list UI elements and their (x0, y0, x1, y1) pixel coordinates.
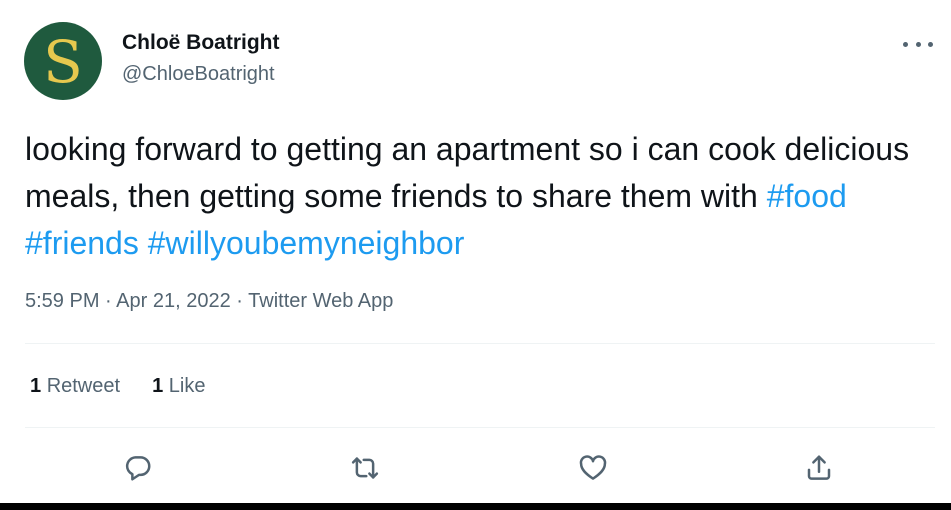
retweet-icon (351, 457, 379, 479)
tweet-text: looking forward to getting an apartment … (25, 126, 925, 267)
meta-separator: · (236, 290, 243, 312)
retweets-label: Retweet (46, 375, 121, 397)
more-options-icon[interactable] (903, 38, 933, 50)
meta-separator: · (105, 290, 112, 312)
share-button[interactable] (799, 448, 839, 488)
likes-stat[interactable]: 1 Like (152, 371, 205, 401)
share-icon (807, 455, 831, 480)
retweet-button[interactable] (345, 448, 385, 488)
tweet-time[interactable]: 5:59 PM (25, 290, 99, 312)
likes-count: 1 (152, 375, 164, 397)
hashtag-friends[interactable]: #friends (25, 225, 139, 261)
more-dot (903, 41, 908, 47)
divider (25, 427, 935, 428)
like-icon (579, 455, 607, 480)
more-dot (928, 41, 933, 47)
avatar-letter: S (43, 28, 83, 96)
reply-button[interactable] (118, 448, 158, 488)
tweet-meta: 5:59 PM · Apr 21, 2022 · Twitter Web App (25, 286, 393, 316)
author-handle[interactable]: @ChloeBoatright (122, 61, 275, 87)
divider (25, 343, 935, 344)
reply-icon (125, 456, 151, 481)
tweet-stats: 1 Retweet 1 Like (30, 371, 237, 401)
likes-label: Like (168, 375, 206, 397)
hashtag-willyoubemyneighbor[interactable]: #willyoubemyneighbor (148, 225, 465, 261)
more-dot (915, 41, 921, 47)
retweets-stat[interactable]: 1 Retweet (30, 371, 120, 401)
like-button[interactable] (573, 448, 613, 488)
tweet-card: { "author": { "avatar_letter": "S", "ava… (0, 0, 951, 510)
retweets-count: 1 (30, 375, 42, 397)
tweet-source[interactable]: Twitter Web App (248, 290, 393, 312)
avatar[interactable]: S (24, 22, 102, 100)
author-name[interactable]: Chloë Boatright (122, 30, 280, 56)
bottom-bar (0, 503, 951, 510)
tweet-date[interactable]: Apr 21, 2022 (116, 290, 231, 312)
hashtag-food[interactable]: #food (767, 178, 847, 214)
